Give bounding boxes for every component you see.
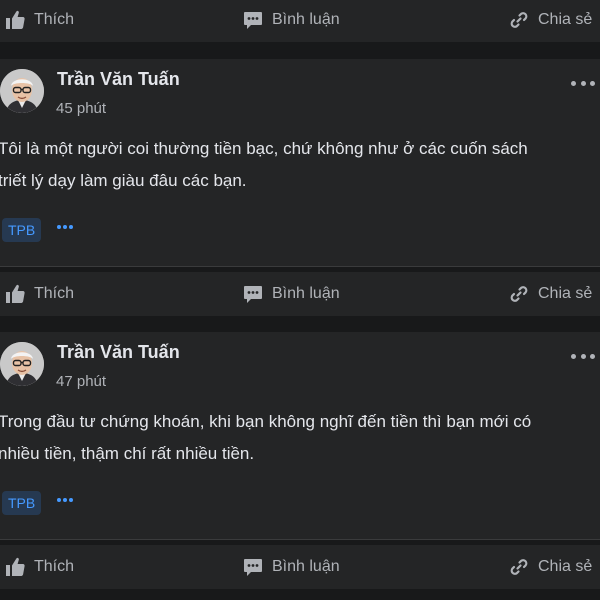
post-timestamp[interactable]: 45 phút [56, 100, 106, 117]
share-button[interactable]: Chia sẻ [509, 545, 592, 589]
comment-button[interactable]: Bình luận [243, 545, 340, 589]
post-timestamp[interactable]: 47 phút [56, 373, 106, 390]
post-card: Trần Văn Tuấn 45 phút Tôi là một người c… [0, 59, 600, 267]
author-avatar[interactable] [0, 69, 44, 113]
comment-icon [244, 12, 262, 29]
more-options-button[interactable] [571, 76, 595, 90]
like-label: Thích [34, 11, 75, 28]
divider [0, 266, 600, 267]
share-button[interactable]: Chia sẻ [509, 0, 592, 42]
link-share-icon [510, 12, 528, 28]
post-author-name[interactable]: Trần Văn Tuấn [57, 342, 180, 363]
like-button[interactable]: Thích [5, 0, 74, 42]
post-text-line: triết lý dạy làm giàu đâu các bạn. [0, 171, 247, 190]
like-button[interactable]: Thích [5, 545, 74, 589]
post-text-line: Tôi là một người coi thường tiền bạc, ch… [0, 139, 528, 158]
action-bar-previous: Thích Bình luận Chia sẻ [0, 0, 600, 42]
comment-label: Bình luận [272, 11, 340, 28]
thumbs-up-icon [6, 284, 25, 303]
stock-tag[interactable]: TPB [2, 218, 42, 242]
share-label: Chia sẻ [538, 558, 593, 575]
avatar-portrait [0, 69, 44, 113]
comment-button[interactable]: Bình luận [243, 0, 340, 42]
divider [0, 539, 600, 540]
post-text: Trong đầu tư chứng khoán, khi bạn không … [0, 406, 600, 470]
author-avatar[interactable] [0, 342, 44, 386]
like-button[interactable]: Thích [5, 272, 74, 316]
feed-gap [0, 316, 600, 332]
link-share-icon [510, 286, 528, 302]
more-options-button[interactable] [571, 349, 595, 363]
post-author-name[interactable]: Trần Văn Tuấn [57, 69, 180, 90]
comment-icon [244, 286, 262, 303]
post-text-line: nhiều tiền, thậm chí rất nhiều tiền. [0, 444, 255, 463]
post-text: Tôi là một người coi thường tiền bạc, ch… [0, 133, 600, 197]
comment-label: Bình luận [272, 558, 340, 575]
comment-icon [244, 559, 262, 576]
link-share-icon [510, 559, 528, 575]
like-label: Thích [34, 558, 75, 575]
thumbs-up-icon [6, 557, 25, 576]
share-label: Chia sẻ [538, 285, 593, 302]
thumbs-up-icon [6, 10, 25, 29]
share-label: Chia sẻ [538, 11, 593, 28]
post-card: Trần Văn Tuấn 47 phút Trong đầu tư chứng… [0, 332, 600, 540]
action-bar: Thích Bình luận Chia sẻ [0, 545, 600, 589]
stock-tag[interactable]: TPB [2, 491, 42, 515]
tag-more-button[interactable] [57, 497, 73, 503]
feed-gap [0, 42, 600, 59]
news-feed: Thích Bình luận Chia sẻ Trần Văn Tuấn 45… [0, 0, 600, 600]
like-label: Thích [34, 285, 75, 302]
comment-label: Bình luận [272, 285, 340, 302]
post-text-line: Trong đầu tư chứng khoán, khi bạn không … [0, 412, 532, 431]
tag-more-button[interactable] [57, 224, 73, 230]
action-bar: Thích Bình luận Chia sẻ [0, 272, 600, 316]
avatar-portrait [0, 342, 44, 386]
share-button[interactable]: Chia sẻ [509, 272, 592, 316]
comment-button[interactable]: Bình luận [243, 272, 340, 316]
